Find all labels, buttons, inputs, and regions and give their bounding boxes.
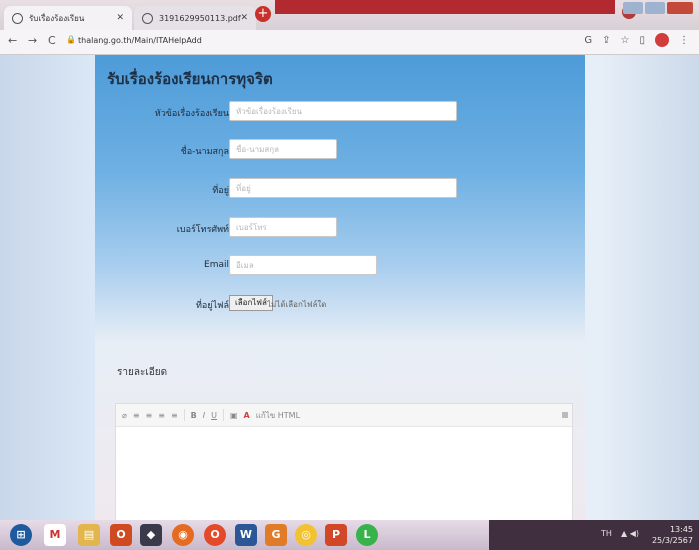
- underline-button[interactable]: U: [211, 411, 217, 420]
- bookmark-star-icon[interactable]: ☆: [621, 35, 630, 46]
- align-justify-icon[interactable]: ≡: [171, 411, 178, 420]
- page-content: รับเรื่องร้องเรียนการทุจริต หัวข้อเรื่อง…: [0, 55, 699, 520]
- word-icon[interactable]: W: [235, 524, 257, 546]
- detail-label: รายละเอียด: [117, 367, 168, 378]
- email-label: Email: [204, 260, 229, 270]
- source-html-button[interactable]: แก้ไข HTML: [256, 409, 300, 422]
- no-file-text: ไม่ได้เลือกไฟล์ใด: [267, 300, 327, 309]
- tab-title: 3191629950113.pdf: [159, 13, 241, 23]
- subject-input[interactable]: หัวข้อเรื่องร้องเรียน: [229, 101, 457, 121]
- url-text[interactable]: thalang.go.th/Main/ITAHelpAdd: [78, 36, 202, 45]
- share-icon[interactable]: ⇪: [602, 35, 610, 46]
- tab-pdf[interactable]: 3191629950113.pdf ✕: [134, 6, 256, 30]
- powerpoint-icon[interactable]: P: [325, 524, 347, 546]
- address-label: ที่อยู่: [212, 186, 229, 196]
- subject-row: หัวข้อเรื่องร้องเรียน หัวข้อเรื่องร้องเร…: [95, 101, 585, 123]
- email-input[interactable]: อีเมล: [229, 255, 377, 275]
- back-arrow-icon[interactable]: ←: [8, 34, 17, 47]
- globe-icon: [142, 12, 153, 24]
- address-input[interactable]: ที่อยู่: [229, 178, 457, 198]
- eraser-icon[interactable]: ⌀: [122, 411, 127, 420]
- clock[interactable]: 13:45 25/3/2567: [652, 524, 693, 546]
- start-button[interactable]: ⊞: [10, 524, 32, 546]
- chrome-icon[interactable]: ◎: [295, 524, 317, 546]
- phone-input[interactable]: เบอร์โทร: [229, 217, 337, 237]
- image-icon[interactable]: ▣: [230, 411, 238, 420]
- google-icon[interactable]: G: [584, 35, 592, 46]
- title-bar-strip: [275, 0, 615, 14]
- align-center-icon[interactable]: ≡: [146, 411, 153, 420]
- rich-text-editor[interactable]: ⌀ ≡ ≡ ≡ ≡ B I U ▣ A แก้ไข HTML: [115, 403, 573, 520]
- clock-date: 25/3/2567: [651, 536, 693, 545]
- close-window-button[interactable]: [667, 2, 693, 14]
- close-tab-icon[interactable]: ✕: [116, 13, 124, 23]
- font-color-button[interactable]: A: [244, 411, 250, 420]
- office-icon[interactable]: O: [110, 524, 132, 546]
- globe-icon: [12, 12, 23, 24]
- attachment-label: ที่อยู่ไฟล์: [195, 301, 229, 311]
- name-input[interactable]: ชื่อ-นามสกุล: [229, 139, 337, 159]
- phone-row: เบอร์โทรศัพท์ เบอร์โทร: [95, 217, 585, 239]
- firefox-icon[interactable]: ◉: [172, 524, 194, 546]
- address-bar: ← → C 🔒 thalang.go.th/Main/ITAHelpAdd G …: [0, 30, 699, 55]
- name-row: ชื่อ-นามสกุล ชื่อ-นามสกุล: [95, 139, 585, 161]
- name-label: ชื่อ-นามสกุล: [180, 147, 229, 157]
- align-left-icon[interactable]: ≡: [133, 411, 140, 420]
- minimize-button[interactable]: [623, 2, 643, 14]
- toolbar-divider: [222, 409, 224, 421]
- subject-label: หัวข้อเรื่องร้องเรียน: [154, 109, 229, 119]
- side-panel-icon[interactable]: ▯: [639, 35, 645, 46]
- tab-complaint[interactable]: รับเรื่องร้องเรียน ✕: [4, 6, 132, 30]
- taskbar: ⊞ M ▤ O ◆ ◉ O W G ◎ P L TH ▲ ◀) 13:45 25…: [0, 520, 699, 550]
- browser-tab-bar: รับเรื่องร้องเรียน ✕ 3191629950113.pdf ✕…: [0, 0, 699, 30]
- profile-avatar[interactable]: [655, 33, 669, 47]
- forward-arrow-icon[interactable]: →: [28, 34, 37, 47]
- reload-icon[interactable]: C: [48, 34, 56, 47]
- opera-icon[interactable]: O: [204, 524, 226, 546]
- toolbar-divider: [183, 409, 185, 421]
- line-icon[interactable]: L: [356, 524, 378, 546]
- scroll-handle[interactable]: [562, 412, 568, 418]
- volume-icon[interactable]: ▲ ◀): [621, 529, 639, 538]
- maximize-button[interactable]: [645, 2, 665, 14]
- bold-button[interactable]: B: [191, 411, 197, 420]
- gimp-icon[interactable]: G: [265, 524, 287, 546]
- clock-time: 13:45: [669, 525, 693, 534]
- editor-toolbar: ⌀ ≡ ≡ ≡ ≡ B I U ▣ A แก้ไข HTML: [116, 404, 572, 427]
- file-explorer-icon[interactable]: ▤: [78, 524, 100, 546]
- new-tab-button[interactable]: +: [255, 6, 271, 22]
- form-panel: รับเรื่องร้องเรียนการทุจริต หัวข้อเรื่อง…: [95, 55, 585, 520]
- toolbar-icons: G ⇪ ☆ ▯ ⋮: [584, 33, 689, 47]
- address-row: ที่อยู่ ที่อยู่: [95, 178, 585, 200]
- game-icon[interactable]: ◆: [140, 524, 162, 546]
- email-row: Email อีเมล: [95, 255, 585, 277]
- menu-dots-icon[interactable]: ⋮: [679, 35, 689, 46]
- language-indicator[interactable]: TH: [601, 529, 612, 538]
- attachment-row: ที่อยู่ไฟล์ เลือกไฟล์ ไม่ได้เลือกไฟล์ใด: [95, 293, 585, 315]
- system-tray: TH ▲ ◀) 13:45 25/3/2567: [489, 520, 699, 550]
- lock-icon[interactable]: 🔒: [66, 35, 76, 44]
- gmail-icon[interactable]: M: [44, 524, 66, 546]
- phone-label: เบอร์โทรศัพท์: [176, 225, 229, 235]
- italic-button[interactable]: I: [203, 411, 205, 420]
- tab-title: รับเรื่องร้องเรียน: [29, 13, 85, 23]
- align-right-icon[interactable]: ≡: [158, 411, 165, 420]
- close-tab-icon[interactable]: ✕: [240, 13, 248, 23]
- window-controls: [623, 2, 693, 14]
- page-title: รับเรื่องร้องเรียนการทุจริต: [107, 70, 273, 88]
